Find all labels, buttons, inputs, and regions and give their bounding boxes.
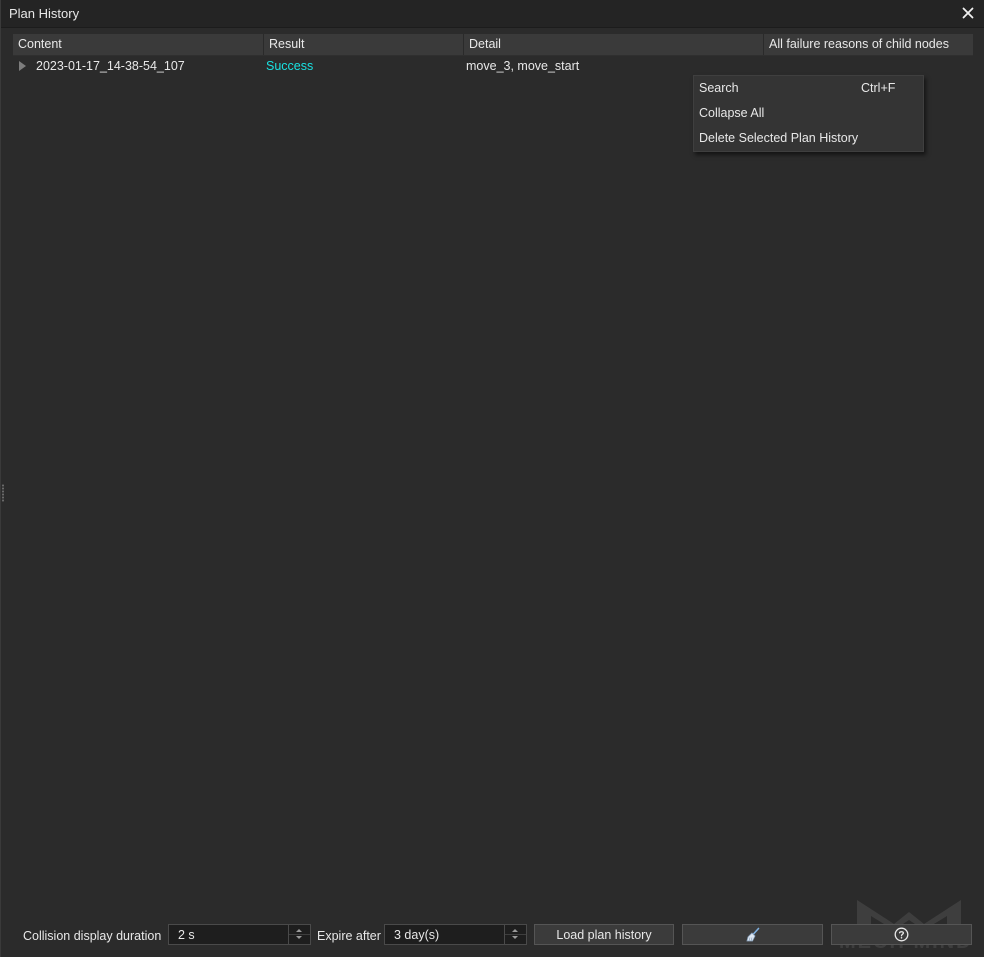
menu-item-label: Delete Selected Plan History [699, 131, 859, 145]
collision-duration-stepper[interactable] [288, 925, 310, 944]
column-header-detail[interactable]: Detail [464, 34, 764, 55]
context-menu: Search Ctrl+F Collapse All Delete Select… [693, 75, 924, 152]
question-circle-icon [894, 927, 909, 942]
clear-history-button[interactable] [682, 924, 823, 945]
table-row[interactable]: 2023-01-17_14-38-54_107 Success move_3, … [13, 56, 973, 76]
row-detail-cell: move_3, move_start [466, 59, 580, 73]
expand-arrow-icon[interactable] [19, 61, 26, 71]
stepper-divider [289, 934, 310, 935]
row-failure-reasons-cell [764, 56, 973, 76]
increment-arrow-icon[interactable] [512, 929, 518, 932]
plan-history-table: Content Result Detail All failure reason… [13, 34, 973, 76]
row-result-cell: Success [266, 59, 314, 73]
decrement-arrow-icon[interactable] [296, 936, 302, 939]
collision-duration-value[interactable]: 2 s [178, 928, 195, 942]
expire-after-value[interactable]: 3 day(s) [394, 928, 439, 942]
expire-after-stepper[interactable] [504, 925, 526, 944]
expire-after-label: Expire after [317, 929, 381, 943]
close-button[interactable] [959, 4, 977, 22]
plan-history-window: Plan History Content Result Detail All f… [0, 0, 984, 957]
menu-item-shortcut: Ctrl+F [861, 81, 896, 95]
column-header-content[interactable]: Content [13, 34, 264, 55]
menu-item-label: Search [699, 81, 739, 95]
menu-item-delete-selected[interactable]: Delete Selected Plan History [694, 126, 923, 151]
column-header-result[interactable]: Result [264, 34, 464, 55]
row-content-cell: 2023-01-17_14-38-54_107 [13, 56, 264, 76]
bottom-toolbar: Collision display duration 2 s Expire af… [1, 920, 984, 950]
row-content-text: 2023-01-17_14-38-54_107 [36, 59, 185, 73]
column-header-failure-reasons[interactable]: All failure reasons of child nodes [764, 34, 973, 55]
stepper-divider [505, 934, 526, 935]
table-header: Content Result Detail All failure reason… [13, 34, 973, 56]
menu-item-collapse-all[interactable]: Collapse All [694, 101, 923, 126]
menu-item-search[interactable]: Search Ctrl+F [694, 76, 923, 101]
title-bar: Plan History [1, 0, 984, 28]
collision-duration-label: Collision display duration [23, 929, 162, 943]
expire-after-spinbox[interactable]: 3 day(s) [384, 924, 527, 945]
help-button[interactable] [831, 924, 972, 945]
collision-duration-spinbox[interactable]: 2 s [168, 924, 311, 945]
increment-arrow-icon[interactable] [296, 929, 302, 932]
menu-item-label: Collapse All [699, 106, 765, 120]
close-icon [962, 7, 974, 19]
resize-grip[interactable] [2, 484, 4, 502]
decrement-arrow-icon[interactable] [512, 936, 518, 939]
window-title: Plan History [9, 6, 80, 21]
load-plan-history-button[interactable]: Load plan history [534, 924, 674, 945]
broom-icon [745, 927, 759, 941]
